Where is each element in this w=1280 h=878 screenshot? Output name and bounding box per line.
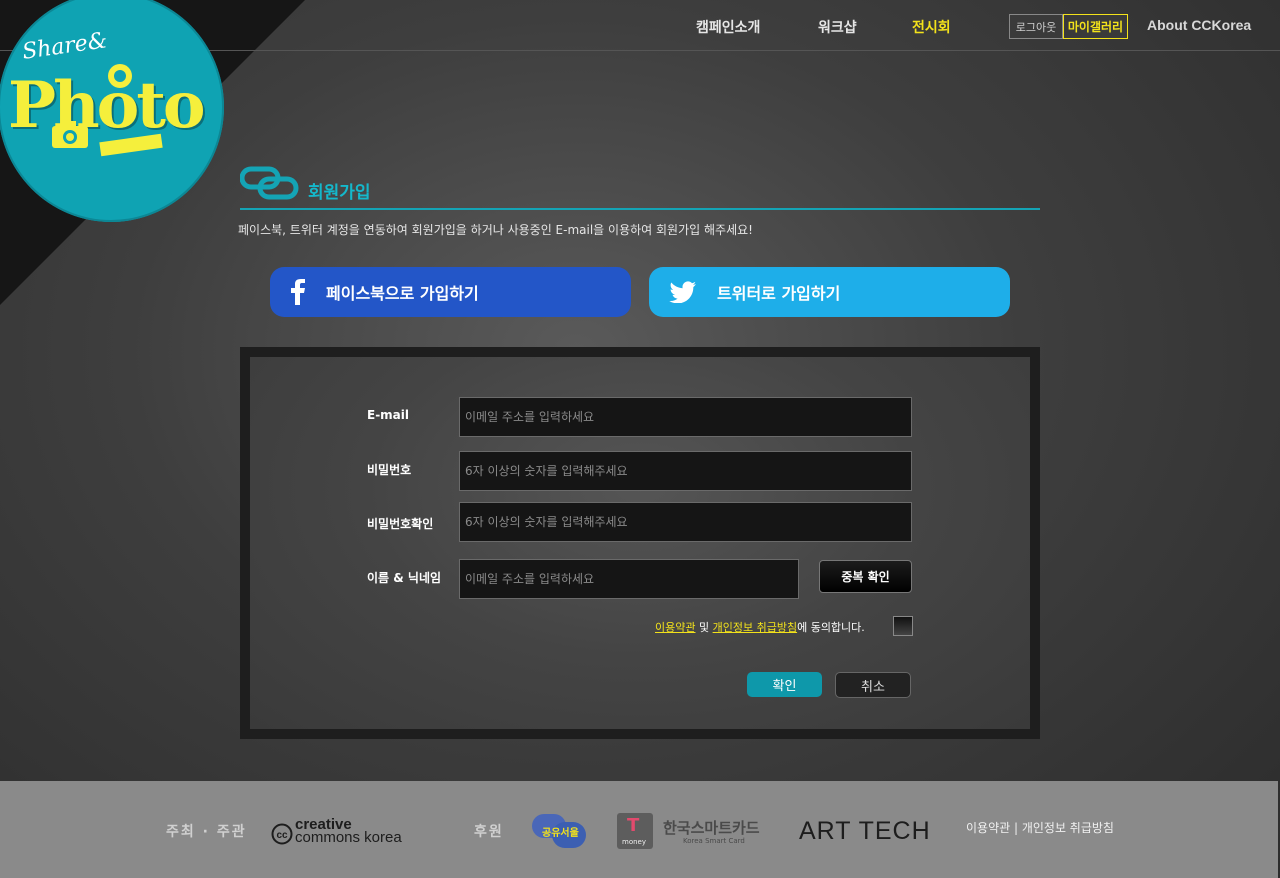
t-money-icon: T [627, 815, 640, 836]
email-label: E-mail [367, 408, 410, 422]
smart-card-sub: Korea Smart Card [683, 837, 745, 845]
seoul-logo-text: 공유서울 [542, 828, 579, 839]
terms-agreement: 이용약관 및 개인정보 취급방침에 동의합니다. [655, 619, 865, 635]
sponsor-label: 후원 [474, 824, 504, 840]
and-text: 및 [695, 621, 713, 634]
terms-link[interactable]: 이용약관 [655, 621, 695, 634]
twitter-signup-label: 트위터로 가입하기 [717, 284, 841, 303]
facebook-signup-label: 페이스북으로 가입하기 [326, 284, 479, 303]
twitter-icon [669, 278, 697, 306]
password-input[interactable] [459, 451, 912, 491]
cc-logo-line2: commons korea [295, 829, 402, 846]
camera-icon [52, 121, 88, 148]
twitter-signup-button[interactable]: 트위터로 가입하기 [649, 267, 1010, 317]
logo-share-text: Share& [20, 28, 109, 65]
shared-seoul-logo[interactable]: 공유서울 [532, 814, 588, 850]
film-strip-icon [99, 133, 163, 157]
privacy-policy-link[interactable]: 개인정보 취급방침 [713, 621, 797, 634]
korea-smart-card-logo[interactable]: T money 한국스마트카드 Korea Smart Card [617, 813, 777, 851]
auth-box: 로그아웃 마이갤러리 [1009, 14, 1128, 39]
agree-text: 에 동의합니다. [797, 621, 865, 634]
logout-button[interactable]: 로그아웃 [1009, 14, 1063, 39]
password-confirm-label: 비밀번호확인 [367, 517, 434, 531]
signup-form-panel: E-mail 비밀번호 비밀번호확인 이름 & 닉네임 중복 확인 이용약관 및… [240, 347, 1040, 739]
page-title: 회원가입 [308, 183, 371, 203]
signup-heading: 회원가입 [240, 166, 1040, 210]
footer-links[interactable]: 이용약관 | 개인정보 취급방침 [966, 819, 1114, 836]
tmoney-badge: money [622, 838, 646, 846]
facebook-signup-button[interactable]: 페이스북으로 가입하기 [270, 267, 631, 317]
nav-item-campaign[interactable]: 캠페인소개 [696, 17, 760, 37]
about-cckorea-link[interactable]: About CCKorea [1147, 17, 1251, 33]
cancel-button[interactable]: 취소 [835, 672, 911, 698]
smart-card-name: 한국스마트카드 [663, 819, 760, 837]
art-tech-logo[interactable]: ART TECH [799, 817, 931, 846]
nav-item-workshop[interactable]: 워크샵 [818, 17, 857, 37]
password-confirm-input[interactable] [459, 502, 912, 542]
cc-icon: cc [271, 823, 293, 845]
confirm-button[interactable]: 확인 [747, 672, 822, 697]
link-chain-icon [240, 166, 299, 200]
footer: 주최 · 주관 cc creative commons korea 후원 공유서… [0, 781, 1278, 878]
name-nickname-label: 이름 & 닉네임 [367, 571, 442, 585]
nav-item-exhibition[interactable]: 전시회 [912, 17, 951, 37]
agree-checkbox[interactable] [893, 616, 913, 636]
share-photo-logo[interactable]: Share& Photo [0, 0, 224, 222]
signup-form: E-mail 비밀번호 비밀번호확인 이름 & 닉네임 중복 확인 이용약관 및… [250, 357, 1030, 729]
signup-intro-text: 페이스북, 트위터 계정을 연동하여 회원가입을 하거나 사용중인 E-mail… [238, 223, 753, 237]
my-gallery-button[interactable]: 마이갤러리 [1063, 14, 1128, 39]
duplicate-check-button[interactable]: 중복 확인 [819, 560, 912, 593]
svg-text:cc: cc [276, 830, 288, 841]
host-label: 주최 · 주관 [166, 824, 247, 840]
facebook-icon [284, 278, 312, 306]
password-label: 비밀번호 [367, 463, 412, 477]
aperture-icon [108, 64, 132, 88]
name-nickname-input[interactable] [459, 559, 799, 599]
email-input[interactable] [459, 397, 912, 437]
